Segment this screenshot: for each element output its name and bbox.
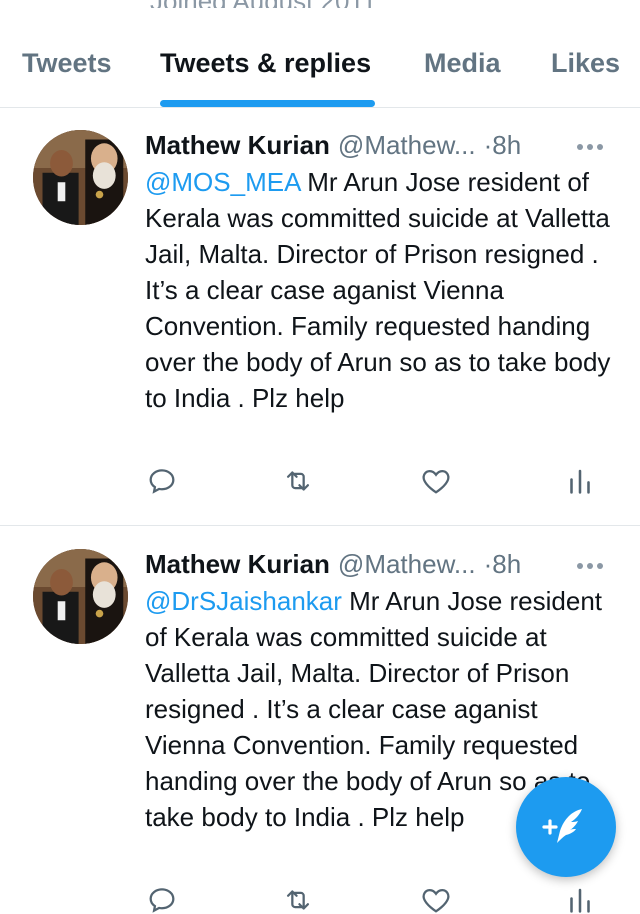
tab-tweets-and-replies[interactable]: Tweets & replies (160, 48, 371, 79)
tab-media[interactable]: Media (424, 48, 501, 79)
tweet-header: Mathew Kurian @Mathew... ·8h (145, 547, 521, 581)
profile-header-fragment: Joined August 2011 (0, 0, 640, 8)
display-name[interactable]: Mathew Kurian (145, 130, 330, 160)
tab-tweets[interactable]: Tweets (22, 48, 112, 79)
tab-likes[interactable]: Likes (551, 48, 620, 79)
avatar[interactable] (33, 130, 128, 225)
heart-icon[interactable] (419, 464, 459, 504)
avatar-photo (33, 130, 128, 225)
more-icon[interactable] (575, 142, 605, 152)
mention-link[interactable]: @MOS_MEA (145, 167, 300, 197)
handle[interactable]: @Mathew... (338, 130, 476, 160)
active-tab-indicator (160, 100, 375, 107)
analytics-icon[interactable] (563, 464, 603, 504)
heart-icon[interactable] (419, 883, 459, 914)
display-name[interactable]: Mathew Kurian (145, 549, 330, 579)
compose-tweet-button[interactable] (516, 777, 616, 877)
timestamp[interactable]: 8h (492, 549, 521, 579)
retweet-icon[interactable] (281, 883, 321, 914)
analytics-icon[interactable] (563, 883, 603, 914)
tweet-actions (145, 883, 605, 914)
profile-tabs: Tweets Tweets & replies Media Likes (0, 40, 640, 108)
mention-link[interactable]: @DrSJaishankar (145, 586, 342, 616)
separator-dot: · (483, 549, 493, 579)
avatar[interactable] (33, 549, 128, 644)
timestamp[interactable]: 8h (492, 130, 521, 160)
more-icon[interactable] (575, 561, 605, 571)
reply-icon[interactable] (145, 464, 185, 504)
tweet-actions (145, 464, 605, 504)
separator-dot: · (483, 130, 493, 160)
retweet-icon[interactable] (281, 464, 321, 504)
handle[interactable]: @Mathew... (338, 549, 476, 579)
avatar-photo (33, 549, 128, 644)
reply-icon[interactable] (145, 883, 185, 914)
tweet-text: @MOS_MEA Mr Arun Jose resident of Kerala… (145, 164, 615, 416)
joined-date-fragment: Joined August 2011 (150, 0, 376, 8)
tweet[interactable]: Mathew Kurian @Mathew... ·8h @MOS_MEA Mr A… (0, 108, 640, 526)
tweet-header: Mathew Kurian @Mathew... ·8h (145, 128, 521, 162)
tweet-body: Mr Arun Jose resident of Kerala was comm… (145, 167, 611, 413)
compose-tweet-icon (542, 809, 582, 843)
